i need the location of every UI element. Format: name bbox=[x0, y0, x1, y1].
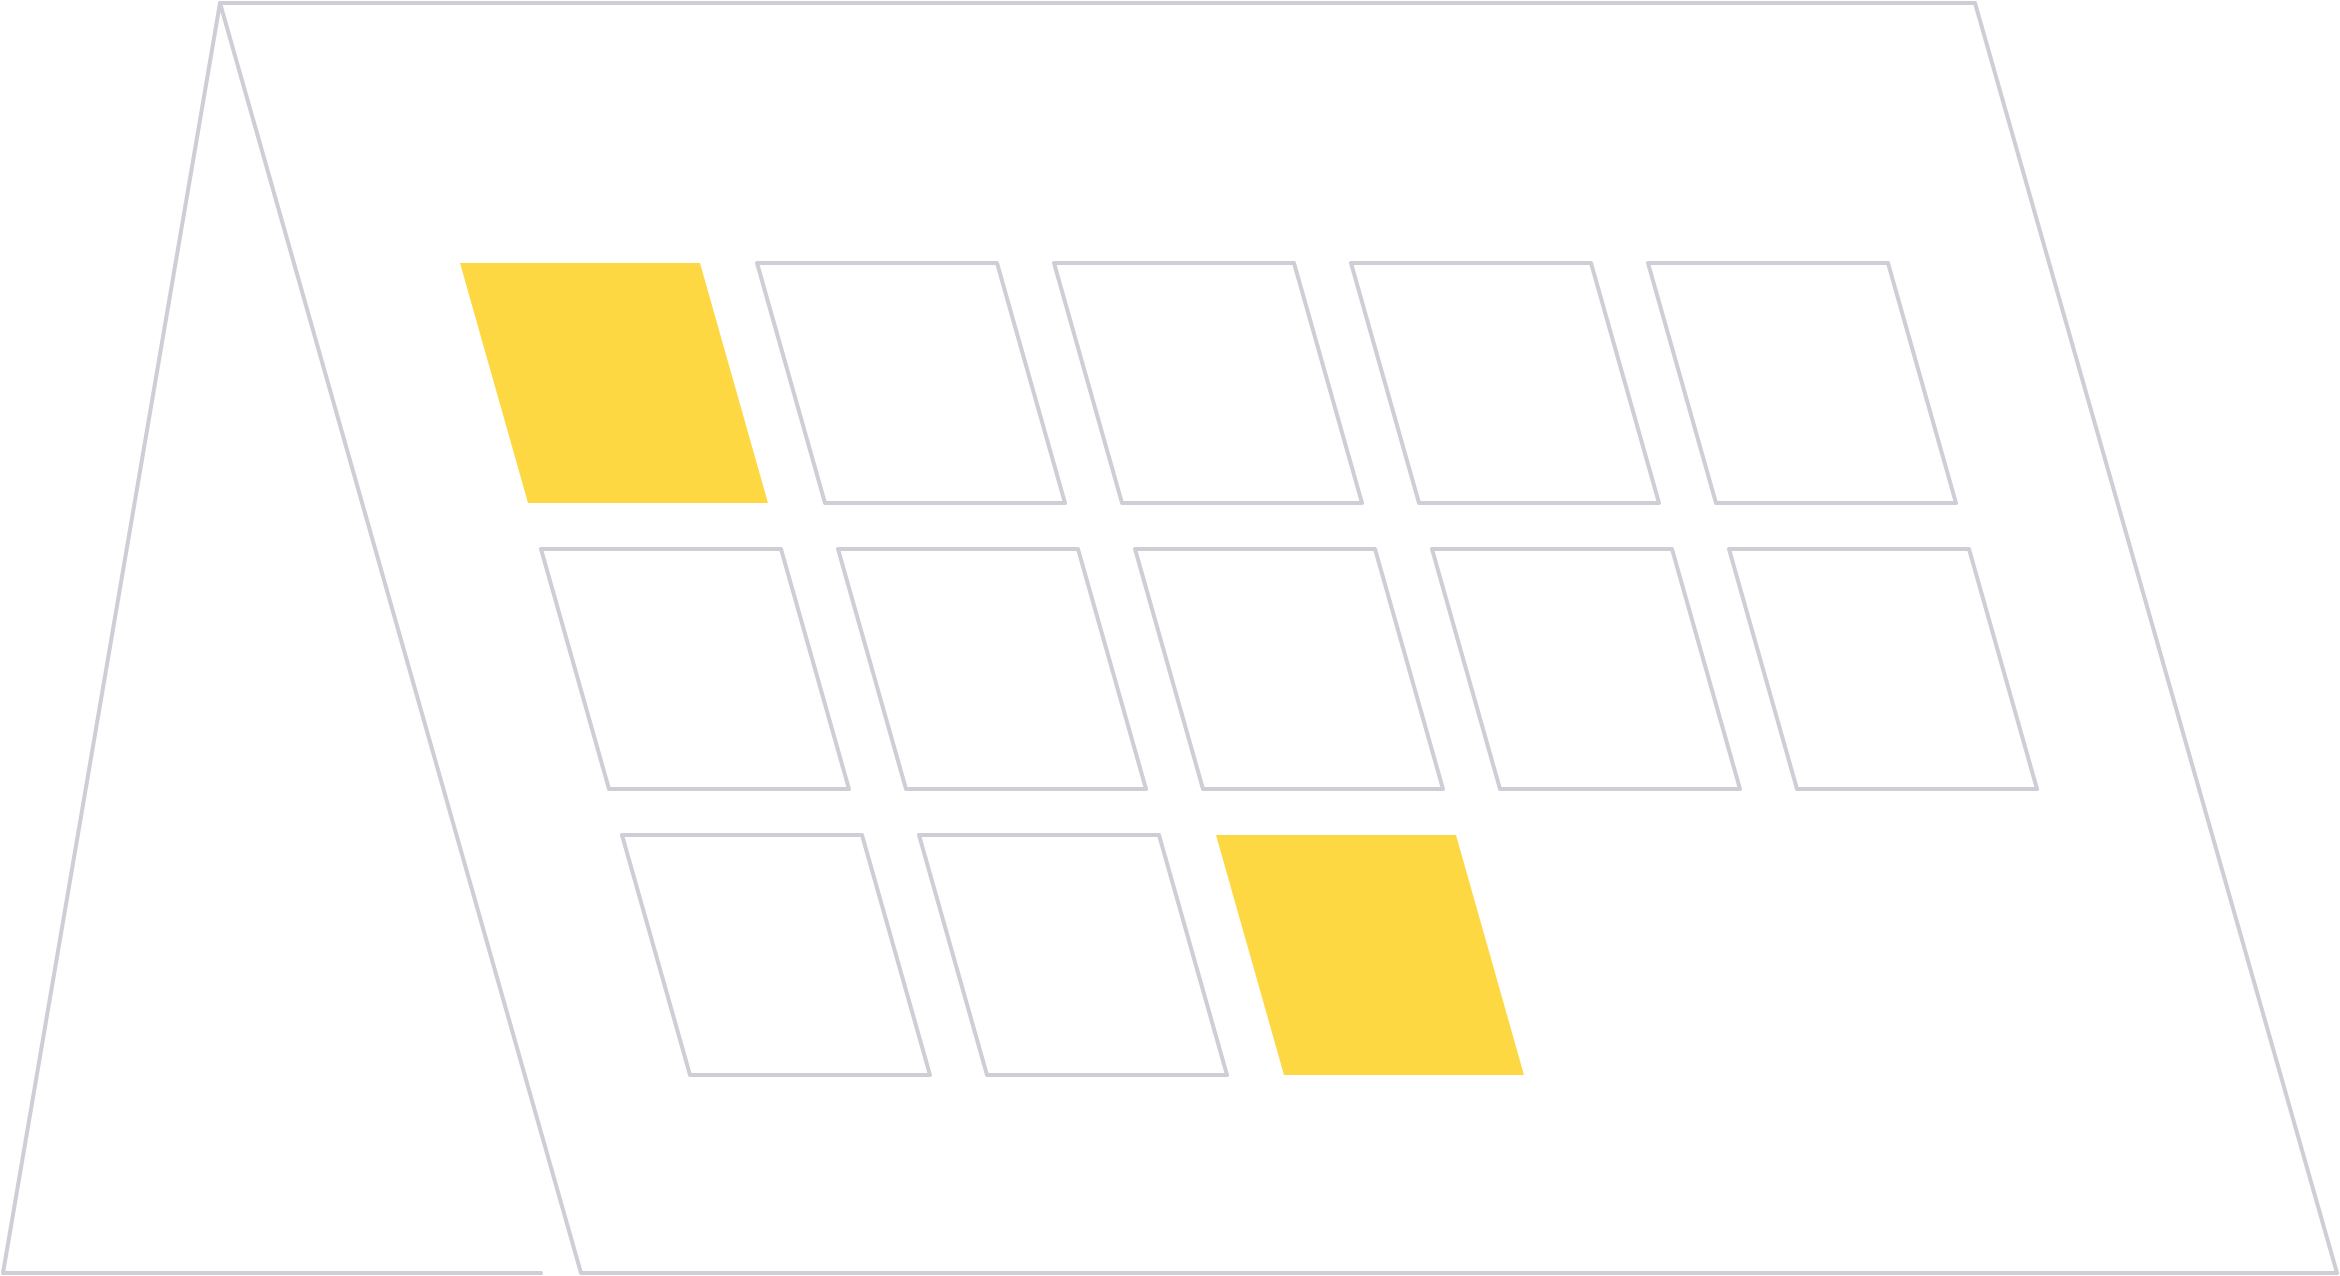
calendar-day-grid bbox=[460, 261, 2039, 1077]
calendar-day-cell bbox=[1349, 261, 1661, 505]
calendar-day-cell-highlighted bbox=[1216, 835, 1524, 1075]
calendar-day-cell-highlighted bbox=[460, 263, 768, 503]
calendar-day-cell bbox=[755, 261, 1067, 505]
calendar-day-cell bbox=[620, 833, 932, 1077]
calendar-illustration bbox=[1, 1, 2339, 1275]
calendar-back-page bbox=[1, 1, 543, 1275]
calendar-day-cell bbox=[1052, 261, 1364, 505]
calendar-day-cell bbox=[1727, 547, 2039, 791]
calendar-back-page-outline bbox=[1, 1, 543, 1275]
calendar-day-cell bbox=[1133, 547, 1445, 791]
calendar-day-cell bbox=[1646, 261, 1958, 505]
calendar-day-cell bbox=[917, 833, 1229, 1077]
calendar-day-cell bbox=[1430, 547, 1742, 791]
calendar-day-cell bbox=[836, 547, 1148, 791]
calendar-day-cell bbox=[539, 547, 851, 791]
